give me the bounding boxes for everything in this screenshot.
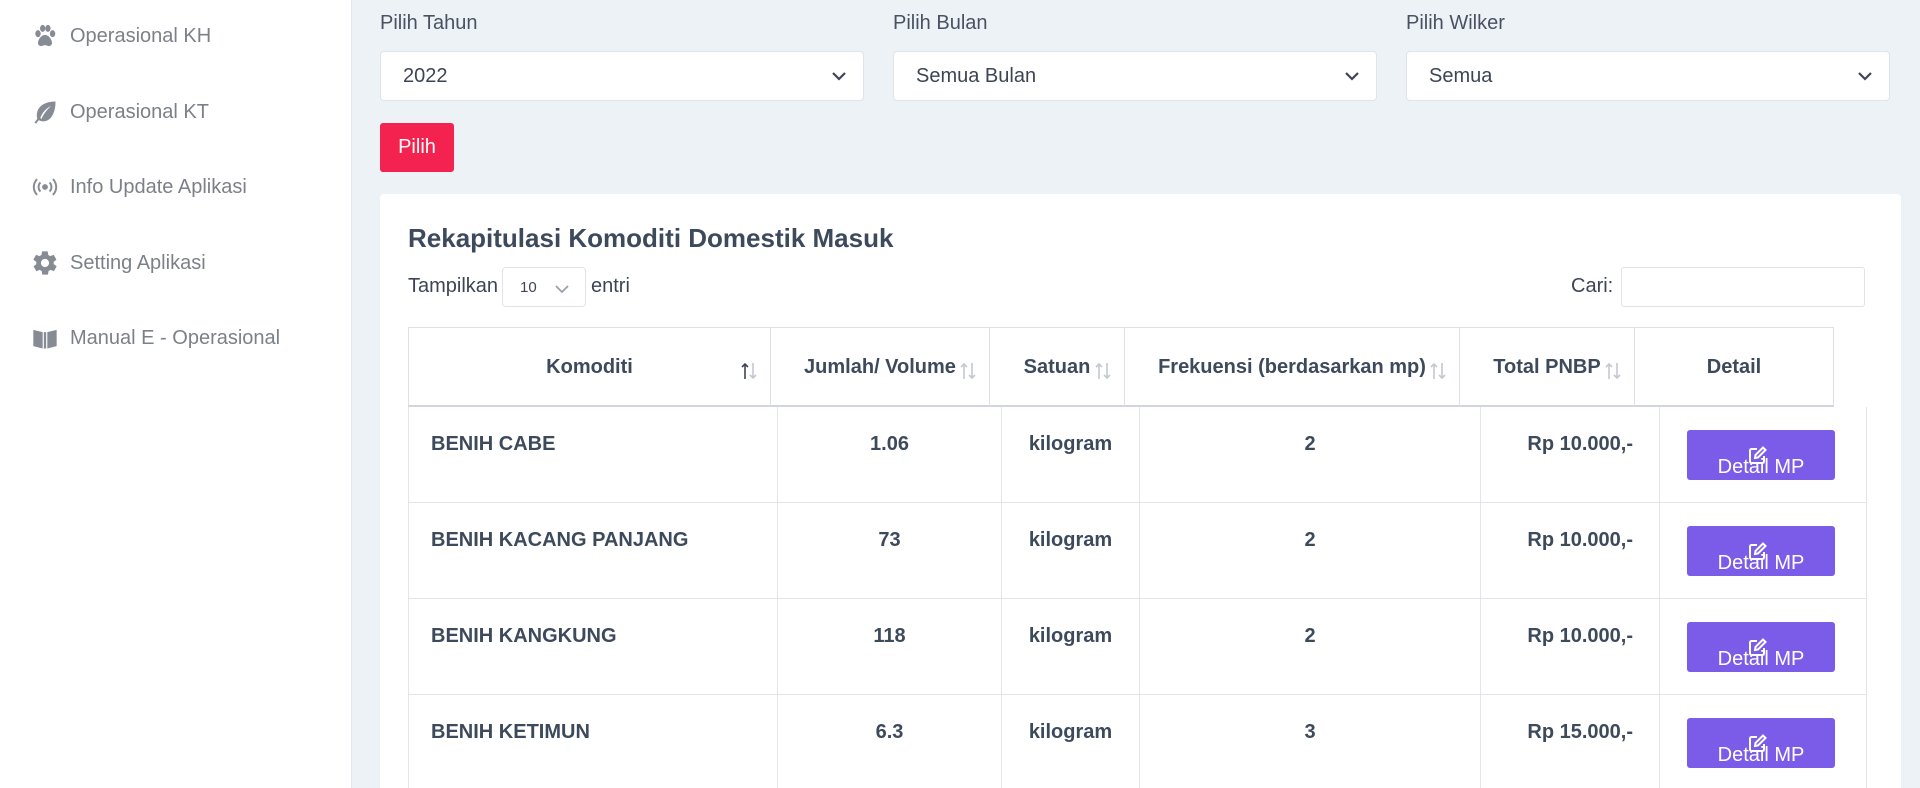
pnbp-cell: Rp 10.000,-: [1481, 503, 1660, 599]
satuan-cell: kilogram: [1002, 503, 1140, 599]
length-suffix: entri: [591, 275, 630, 297]
gear-icon: [30, 248, 60, 278]
column-header-komoditi[interactable]: Komoditi: [409, 328, 771, 406]
volume-cell: 73: [778, 503, 1002, 599]
frekuensi-cell: 2: [1140, 407, 1481, 503]
volume-cell: 6.3: [778, 695, 1002, 788]
main-content: Pilih Tahun 2022 Pilih Bulan Semua Bulan…: [352, 0, 1920, 788]
frekuensi-cell: 3: [1140, 695, 1481, 788]
entries-length-value: 10: [520, 278, 537, 296]
pilih-button[interactable]: Pilih: [380, 123, 454, 172]
sidebar-item-setting[interactable]: Setting Aplikasi: [30, 243, 206, 283]
column-header-satuan[interactable]: Satuan: [990, 328, 1125, 406]
satuan-cell: kilogram: [1002, 407, 1140, 503]
sort-asc-icon: [738, 360, 760, 382]
search-label: Cari:: [1571, 275, 1614, 297]
table-header: Komoditi Jumlah/ Volume Satuan Frekuensi…: [408, 327, 1834, 407]
frekuensi-cell: 2: [1140, 503, 1481, 599]
year-select[interactable]: 2022: [380, 51, 864, 101]
detail-cell: Detail MP: [1660, 695, 1866, 788]
sidebar-item-info-update[interactable]: Info Update Aplikasi: [30, 167, 247, 207]
table-row: BENIH CABE 1.06 kilogram 2 Rp 10.000,- D…: [408, 407, 1867, 503]
year-value: 2022: [403, 64, 448, 87]
sidebar: Operasional KH Operasional KT Info Updat…: [0, 0, 352, 788]
month-select[interactable]: Semua Bulan: [893, 51, 1377, 101]
sort-icon: [1602, 360, 1624, 382]
chevron-down-icon: [1342, 66, 1362, 86]
column-header-detail: Detail: [1706, 355, 1762, 378]
pnbp-cell: Rp 10.000,-: [1481, 599, 1660, 695]
chevron-down-icon: [553, 280, 571, 298]
length-prefix: Tampilkan: [408, 275, 499, 297]
sidebar-item-label: Operasional KH: [70, 24, 212, 47]
chevron-down-icon: [1855, 66, 1875, 86]
sort-icon: [957, 360, 979, 382]
pnbp-cell: Rp 15.000,-: [1481, 695, 1660, 788]
pnbp-cell: Rp 10.000,-: [1481, 407, 1660, 503]
year-label: Pilih Tahun: [380, 12, 478, 34]
entries-length-select[interactable]: 10: [502, 267, 586, 307]
detail-mp-button[interactable]: Detail MP: [1687, 622, 1835, 672]
detail-cell: Detail MP: [1660, 599, 1866, 695]
volume-cell: 1.06: [778, 407, 1002, 503]
leaf-icon: [30, 97, 60, 127]
wilker-label: Pilih Wilker: [1406, 12, 1505, 34]
table-row: BENIH KANGKUNG 118 kilogram 2 Rp 10.000,…: [408, 599, 1867, 695]
sidebar-item-operasional-kt[interactable]: Operasional KT: [30, 92, 209, 132]
sidebar-item-label: Manual E - Operasional: [70, 326, 281, 349]
column-header-frekuensi[interactable]: Frekuensi (berdasarkan mp): [1125, 328, 1460, 406]
chevron-down-icon: [829, 66, 849, 86]
recap-card: Rekapitulasi Komoditi Domestik Masuk Tam…: [380, 194, 1901, 788]
wilker-value: Semua: [1429, 64, 1493, 87]
book-icon: [30, 323, 60, 353]
wilker-select[interactable]: Semua: [1406, 51, 1890, 101]
detail-mp-button[interactable]: Detail MP: [1687, 526, 1835, 576]
month-label: Pilih Bulan: [893, 12, 988, 34]
detail-cell: Detail MP: [1660, 407, 1866, 503]
sidebar-item-label: Setting Aplikasi: [70, 251, 206, 274]
detail-mp-button[interactable]: Detail MP: [1687, 718, 1835, 768]
month-value: Semua Bulan: [916, 64, 1037, 87]
satuan-cell: kilogram: [1002, 695, 1140, 788]
sort-icon: [1092, 360, 1114, 382]
komoditi-cell: BENIH CABE: [409, 407, 778, 503]
table-row: BENIH KACANG PANJANG 73 kilogram 2 Rp 10…: [408, 503, 1867, 599]
table-row: BENIH KETIMUN 6.3 kilogram 3 Rp 15.000,-…: [408, 695, 1867, 788]
paw-icon: [30, 21, 60, 51]
satuan-cell: kilogram: [1002, 599, 1140, 695]
sidebar-item-manual[interactable]: Manual E - Operasional: [30, 318, 280, 358]
komoditi-cell: BENIH KETIMUN: [409, 695, 778, 788]
sort-icon: [1427, 360, 1449, 382]
frekuensi-cell: 2: [1140, 599, 1481, 695]
column-header-total-pnbp[interactable]: Total PNBP: [1460, 328, 1635, 406]
detail-cell: Detail MP: [1660, 503, 1866, 599]
card-title: Rekapitulasi Komoditi Domestik Masuk: [408, 223, 894, 253]
komoditi-cell: BENIH KACANG PANJANG: [409, 503, 778, 599]
volume-cell: 118: [778, 599, 1002, 695]
sidebar-item-operasional-kh[interactable]: Operasional KH: [30, 16, 211, 56]
komoditi-cell: BENIH KANGKUNG: [409, 599, 778, 695]
sidebar-item-label: Info Update Aplikasi: [70, 175, 247, 198]
detail-mp-button[interactable]: Detail MP: [1687, 430, 1835, 480]
broadcast-icon: [30, 172, 60, 202]
column-header-volume[interactable]: Jumlah/ Volume: [771, 328, 990, 406]
sidebar-item-label: Operasional KT: [70, 100, 209, 123]
search-input[interactable]: [1621, 267, 1865, 307]
